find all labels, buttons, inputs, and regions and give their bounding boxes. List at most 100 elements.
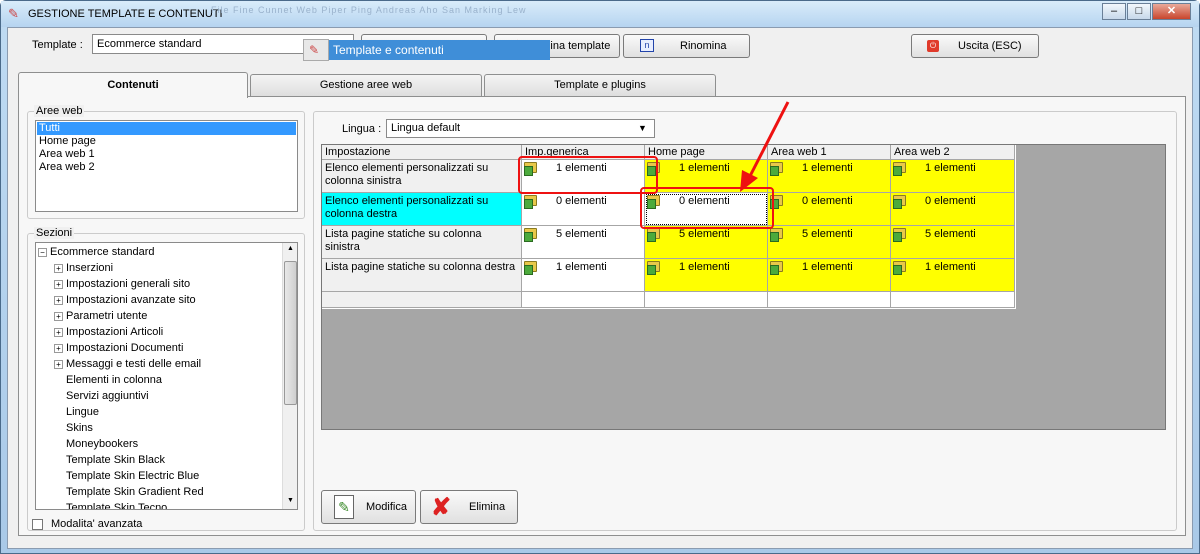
folder-icon — [770, 261, 783, 275]
lingua-combobox[interactable]: Lingua default ▼ — [386, 119, 655, 138]
close-button[interactable]: ✕ — [1152, 3, 1191, 20]
tree-leaf[interactable]: Template Skin Black — [66, 452, 165, 468]
grid-empty-cell[interactable] — [768, 292, 891, 308]
cell-value: 1 elementi — [925, 162, 976, 174]
tab-gestione-aree-web[interactable]: Gestione aree web — [250, 74, 482, 96]
annotation-arrow — [740, 101, 790, 192]
tree-node[interactable]: + Inserzioni — [54, 260, 113, 276]
folder-icon — [893, 195, 906, 209]
rename-label: Rinomina — [680, 40, 727, 52]
modifica-label: Modifica — [366, 501, 407, 513]
tree-node[interactable]: + Parametri utente — [54, 308, 147, 324]
tab-template-plugins[interactable]: Template e plugins — [484, 74, 716, 96]
expand-icon[interactable]: + — [54, 263, 63, 273]
tree-leaf[interactable]: Template Skin Electric Blue — [66, 468, 199, 484]
scroll-up-arrow[interactable]: ▲ — [287, 245, 294, 252]
grid-cell[interactable]: 5 elementi — [891, 226, 1015, 259]
expand-icon[interactable]: + — [54, 359, 63, 369]
maximize-button[interactable]: □ — [1127, 3, 1151, 20]
aree-web-item-area-web-1[interactable]: Area web 1 — [37, 148, 95, 161]
exit-label: Uscita (ESC) — [958, 40, 1022, 52]
palette-icon: ✎ — [309, 43, 320, 57]
exit-button[interactable]: ⏻ Uscita (ESC) — [911, 34, 1039, 58]
grid-row-name[interactable]: Lista pagine statiche su colonna destra — [322, 259, 522, 292]
aree-web-item-area-web-2[interactable]: Area web 2 — [37, 161, 95, 174]
aree-web-item-home-page[interactable]: Home page — [37, 135, 96, 148]
grid-cell[interactable]: 1 elementi — [522, 259, 645, 292]
collapse-icon[interactable]: − — [38, 247, 47, 257]
tab-contenuti[interactable]: Contenuti — [18, 72, 248, 98]
rename-button[interactable]: n Rinomina — [623, 34, 750, 58]
tree-node-label: Ecommerce standard — [50, 246, 155, 258]
grid-empty-cell[interactable] — [645, 292, 768, 308]
sezioni-tree[interactable]: − Ecommerce standard + Inserzioni + Imposta… — [35, 242, 298, 510]
grid-cell[interactable]: 0 elementi — [522, 193, 645, 226]
cell-value: 1 elementi — [679, 162, 730, 174]
cell-value: 1 elementi — [679, 261, 730, 273]
edit-pencil-icon: ✎ — [334, 495, 354, 519]
folder-icon — [893, 261, 906, 275]
grid-empty-cell[interactable] — [891, 292, 1015, 308]
expand-icon[interactable]: + — [54, 311, 63, 321]
right-panel: Lingua : Lingua default ▼ Impostazione I… — [313, 101, 1177, 531]
template-combobox-value: Ecommerce standard — [97, 38, 202, 50]
grid-header-area-web-2: Area web 2 — [891, 145, 1015, 160]
cell-value: 1 elementi — [802, 261, 853, 273]
folder-icon — [524, 261, 537, 275]
client-area: Template : Ecommerce standard Nuovo temp… — [7, 27, 1193, 549]
cell-value: 5 elementi — [679, 228, 730, 240]
cell-value: 1 elementi — [925, 261, 976, 273]
tree-leaf[interactable]: Lingue — [66, 404, 99, 420]
tree-node[interactable]: + Impostazioni Documenti — [54, 340, 183, 356]
grid-row-name-selected[interactable]: Elenco elementi personalizzati su colonn… — [322, 193, 522, 226]
sezioni-legend: Sezioni — [34, 227, 75, 239]
grid-cell[interactable]: 1 elementi — [891, 259, 1015, 292]
expand-icon[interactable]: + — [54, 279, 63, 289]
tree-node-root[interactable]: − Ecommerce standard — [38, 244, 155, 260]
grid-cell[interactable]: 0 elementi — [891, 193, 1015, 226]
folder-icon — [893, 162, 906, 176]
aree-web-item-tutti[interactable]: Tutti — [37, 122, 296, 135]
grid-cell[interactable]: 5 elementi — [768, 226, 891, 259]
aree-web-list[interactable]: Tutti Home page Area web 1 Area web 2 — [35, 120, 298, 212]
minimize-button[interactable]: – — [1102, 3, 1126, 20]
grid-row-name[interactable]: Elenco elementi personalizzati su colonn… — [322, 160, 522, 193]
tree-leaf[interactable]: Servizi aggiuntivi — [66, 388, 149, 404]
expand-icon[interactable]: + — [54, 327, 63, 337]
grid-empty-cell[interactable] — [522, 292, 645, 308]
tree-node[interactable]: + Impostazioni avanzate sito — [54, 292, 196, 308]
arrow-head — [740, 170, 758, 192]
grid-cell[interactable]: 1 elementi — [891, 160, 1015, 193]
main-window: ✎ GESTIONE TEMPLATE E CONTENUTI File Fin… — [0, 0, 1200, 554]
cell-value: 1 elementi — [556, 261, 607, 273]
tree-leaf[interactable]: Elementi in colonna — [66, 372, 162, 388]
scroll-thumb[interactable] — [284, 261, 297, 405]
dropdown-arrow-icon[interactable]: ▼ — [638, 123, 647, 133]
elimina-button[interactable]: ✘ Elimina — [420, 490, 518, 524]
aree-web-legend: Aree web — [34, 105, 85, 117]
sezioni-group: Sezioni − Ecommerce standard + Inserzioni … — [27, 227, 305, 531]
tree-node-label: Parametri utente — [66, 310, 148, 322]
grid-cell[interactable]: 1 elementi — [768, 259, 891, 292]
grid-empty-row[interactable] — [322, 292, 522, 308]
modifica-button[interactable]: ✎ Modifica — [321, 490, 416, 524]
expand-icon[interactable]: + — [54, 295, 63, 305]
tree-scrollbar[interactable]: ▲ ▼ — [282, 243, 297, 509]
grid-cell[interactable]: 5 elementi — [645, 226, 768, 259]
tree-leaf[interactable]: Template Skin Gradient Red — [66, 484, 204, 500]
scroll-down-arrow[interactable]: ▼ — [287, 497, 294, 504]
expand-icon[interactable]: + — [54, 343, 63, 353]
tree-leaf[interactable]: Skins — [66, 420, 93, 436]
grid-row-name[interactable]: Lista pagine statiche su colonna sinistr… — [322, 226, 522, 259]
tree-node[interactable]: + Messaggi e testi delle email — [54, 356, 201, 372]
grid-cell[interactable]: 5 elementi — [522, 226, 645, 259]
grid-cell[interactable]: 1 elementi — [645, 259, 768, 292]
tree-node[interactable]: + Impostazioni generali sito — [54, 276, 190, 292]
tree-leaf[interactable]: Template Skin Tecno — [66, 500, 167, 509]
title-bar: ✎ GESTIONE TEMPLATE E CONTENUTI File Fin… — [1, 1, 1199, 27]
exit-icon: ⏻ — [927, 40, 939, 52]
tree-node[interactable]: + Impostazioni Articoli — [54, 324, 163, 340]
tree-leaf[interactable]: Moneybookers — [66, 436, 138, 452]
modalita-checkbox[interactable] — [32, 519, 43, 530]
lingua-label: Lingua : — [342, 123, 382, 135]
